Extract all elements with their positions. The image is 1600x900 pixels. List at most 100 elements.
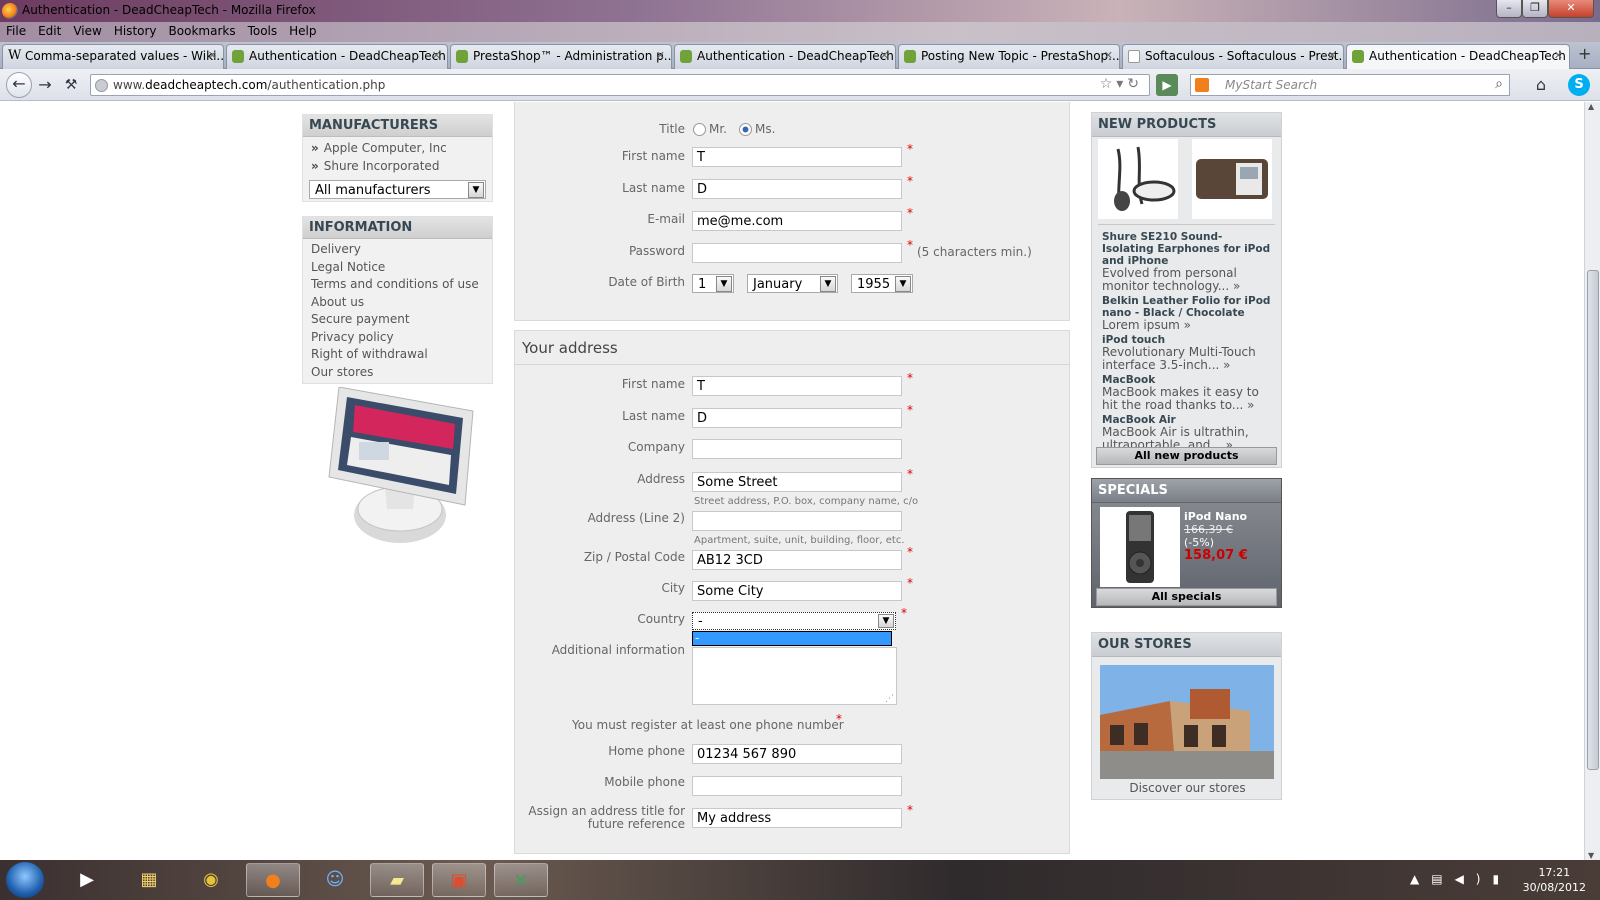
home-icon[interactable]: ⌂ [1530, 74, 1552, 96]
sticky-notes-icon[interactable]: ▰ [370, 863, 424, 897]
dob-day-select[interactable]: 1 ▼ [692, 274, 734, 293]
new-product-item[interactable]: Shure SE210 Sound-Isolating Earphones fo… [1092, 231, 1281, 293]
info-link-about-us[interactable]: About us [303, 294, 492, 312]
discover-stores-link[interactable]: Discover our stores [1092, 781, 1283, 795]
start-button[interactable] [6, 862, 44, 898]
dob-month-select[interactable]: January ▼ [747, 274, 838, 293]
system-tray-icons[interactable]: ▲▤◀)▮ [1410, 872, 1511, 886]
country-select[interactable]: - ▼ [692, 612, 896, 630]
info-link-withdrawal[interactable]: Right of withdrawal [303, 346, 492, 364]
menu-tools[interactable]: Tools [242, 22, 284, 38]
navigation-toolbar: ← → ⚒ www.deadcheaptech.com/authenticati… [0, 69, 1600, 101]
menu-file[interactable]: File [0, 22, 32, 38]
close-tab-icon[interactable]: ✕ [656, 49, 665, 62]
skype-icon[interactable]: S [1568, 74, 1590, 96]
last-name-field[interactable]: D [692, 179, 902, 199]
prestashop-icon [904, 50, 916, 63]
search-icon[interactable]: ⌕ [1495, 76, 1503, 92]
radio-mr[interactable] [693, 123, 706, 136]
close-tab-icon[interactable]: ✕ [880, 49, 889, 62]
new-product-item[interactable]: Belkin Leather Folio for iPod nano - Bla… [1092, 295, 1281, 332]
close-window-button[interactable]: ✕ [1548, 0, 1594, 18]
filezilla-icon[interactable]: ▣ [432, 863, 486, 897]
folio-image[interactable] [1192, 139, 1272, 219]
menu-history[interactable]: History [108, 22, 163, 38]
tab-authentication-2[interactable]: Authentication - DeadCheapTech ✕ [674, 44, 896, 69]
scrollbar-thumb[interactable] [1587, 270, 1599, 770]
back-arrow-icon[interactable]: ← [6, 72, 32, 98]
taskbar-clock[interactable]: 17:21 30/08/2012 [1523, 865, 1586, 895]
addr-first-name-field[interactable]: T [692, 376, 902, 396]
close-tab-icon[interactable]: ✕ [432, 49, 441, 62]
password-field[interactable] [692, 243, 902, 263]
vertical-scrollbar[interactable]: ▲ ▼ [1584, 102, 1600, 860]
info-link-legal-notice[interactable]: Legal Notice [303, 259, 492, 277]
close-tab-icon[interactable]: ✕ [1328, 49, 1337, 62]
country-dropdown-option[interactable]: - [692, 631, 892, 646]
tab-authentication-active[interactable]: Authentication - DeadCheapTech ✕ [1346, 44, 1570, 70]
new-tab-button[interactable]: + [1578, 44, 1591, 63]
additional-info-textarea[interactable]: ⋰ [692, 647, 897, 705]
bookmark-star-icon[interactable]: ☆▾↻ [1100, 76, 1143, 92]
scroll-up-icon[interactable]: ▲ [1588, 102, 1594, 111]
new-product-item[interactable]: iPod touch Revolutionary Multi-Touch inte… [1092, 334, 1281, 372]
minimize-button[interactable]: – [1496, 0, 1522, 18]
info-link-privacy[interactable]: Privacy policy [303, 329, 492, 347]
tab-wikipedia[interactable]: W Comma-separated values - Wiki... ✕ [2, 44, 224, 69]
menu-help[interactable]: Help [283, 22, 322, 38]
tab-authentication-1[interactable]: Authentication - DeadCheapTech ✕ [226, 44, 448, 69]
city-field[interactable]: Some City [692, 581, 902, 601]
firefox-taskbar-icon[interactable]: ● [246, 863, 300, 897]
tab-prestashop-admin[interactable]: PrestaShop™ - Administration p... ✕ [450, 44, 672, 69]
excel-icon[interactable]: ✕ [494, 863, 548, 897]
file-explorer-icon[interactable]: ▦ [122, 863, 176, 897]
manufacturers-select[interactable]: All manufacturers ▼ [309, 180, 486, 199]
earphones-image[interactable] [1098, 139, 1178, 219]
info-link-terms[interactable]: Terms and conditions of use [303, 276, 492, 294]
messenger-icon[interactable]: ☺ [308, 863, 362, 897]
company-field[interactable] [692, 439, 902, 459]
tab-posting-topic[interactable]: Posting New Topic - PrestaShop... ✕ [898, 44, 1120, 69]
ipod-nano-image[interactable] [1100, 507, 1180, 587]
manufacturer-link[interactable]: » Shure Incorporated [303, 158, 492, 176]
url-bar[interactable]: www.deadcheaptech.com/authentication.php… [90, 74, 1150, 96]
addon-icon[interactable]: ▶ [1156, 74, 1178, 96]
close-tab-icon[interactable]: ✕ [208, 49, 217, 62]
chrome-icon[interactable]: ◉ [184, 863, 238, 897]
search-input[interactable]: MyStart Search ⌕ [1190, 74, 1510, 96]
menu-view[interactable]: View [67, 22, 107, 38]
close-tab-icon[interactable]: ✕ [1554, 49, 1563, 62]
menu-bookmarks[interactable]: Bookmarks [163, 22, 242, 38]
new-product-item[interactable]: MacBook MacBook makes it easy to hit the … [1092, 374, 1281, 412]
radio-ms[interactable] [739, 123, 752, 136]
all-specials-button[interactable]: All specials [1096, 588, 1277, 606]
tab-softaculous[interactable]: Softaculous - Softaculous - Prest... ✕ [1122, 44, 1344, 69]
media-player-icon[interactable]: ▶ [60, 863, 114, 897]
mobile-phone-field[interactable] [692, 776, 902, 796]
first-name-field[interactable]: T [692, 147, 902, 167]
info-link-delivery[interactable]: Delivery [303, 241, 492, 259]
store-photo[interactable] [1100, 665, 1274, 779]
email-field[interactable]: me@me.com [692, 211, 902, 231]
menu-edit[interactable]: Edit [32, 22, 67, 38]
scroll-down-icon[interactable]: ▼ [1588, 851, 1594, 860]
special-product-name[interactable]: iPod Nano [1184, 510, 1247, 523]
addr-last-name-field[interactable]: D [692, 408, 902, 428]
resize-grip-icon[interactable]: ⋰ [885, 694, 894, 704]
address2-label: Address (Line 2) [587, 511, 685, 525]
zip-field[interactable]: AB12 3CD [692, 550, 902, 570]
info-link-our-stores[interactable]: Our stores [303, 364, 492, 382]
address-field[interactable]: Some Street [692, 472, 902, 492]
maximize-button[interactable]: ❐ [1522, 0, 1548, 18]
alias-field[interactable]: My address [692, 808, 902, 828]
home-phone-field[interactable]: 01234 567 890 [692, 744, 902, 764]
address2-field[interactable] [692, 511, 902, 531]
forward-arrow-icon[interactable]: → [34, 74, 56, 96]
info-link-secure-payment[interactable]: Secure payment [303, 311, 492, 329]
all-new-products-button[interactable]: All new products [1096, 447, 1277, 465]
close-tab-icon[interactable]: ✕ [1104, 49, 1113, 62]
chevron-down-icon: ▼ [820, 276, 836, 292]
wrench-icon[interactable]: ⚒ [60, 74, 82, 96]
manufacturer-link[interactable]: » Apple Computer, Inc [303, 140, 492, 158]
dob-year-select[interactable]: 1955 ▼ [851, 274, 913, 293]
